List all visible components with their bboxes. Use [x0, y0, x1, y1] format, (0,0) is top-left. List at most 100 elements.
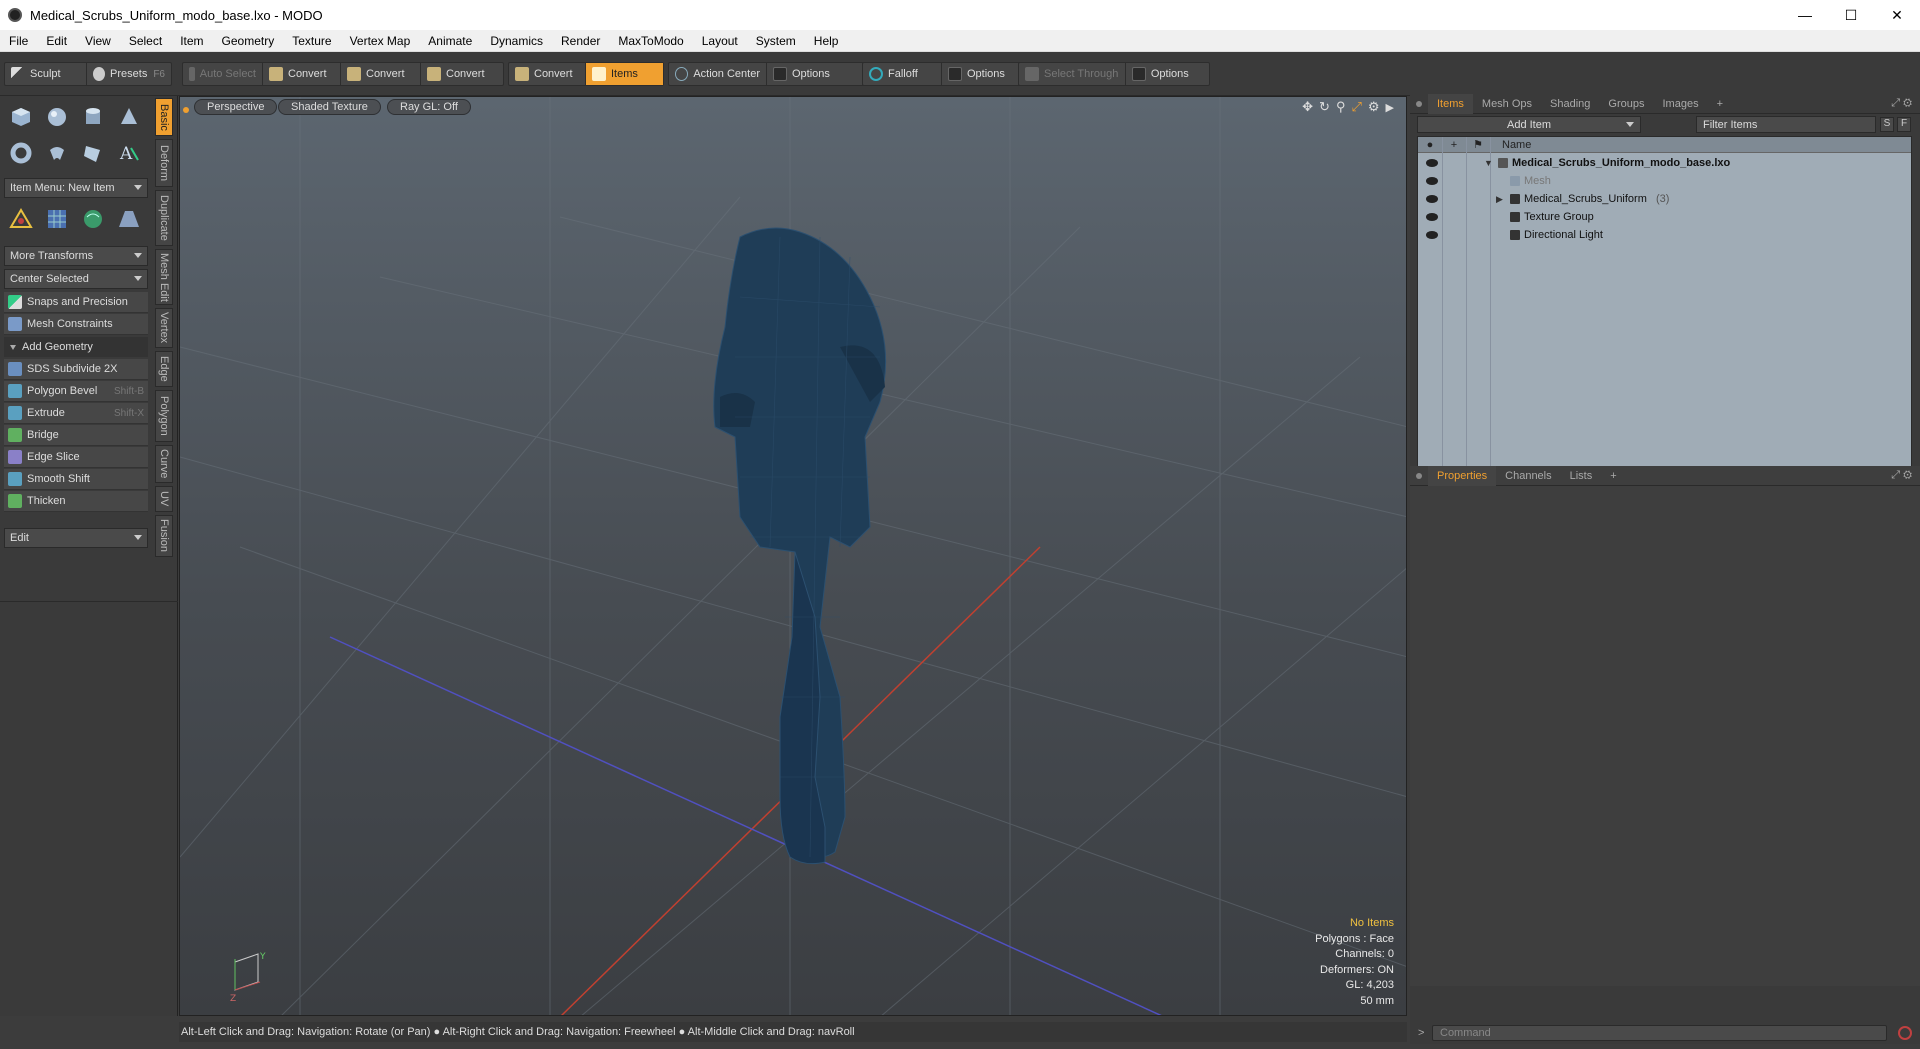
vtab-uv[interactable]: UV	[155, 486, 173, 512]
viewport-menu-dot[interactable]	[183, 102, 189, 116]
auto-select-button[interactable]: Auto Select	[183, 63, 263, 85]
mesh-constraints-button[interactable]: Mesh Constraints	[4, 314, 148, 335]
edit-dropdown[interactable]: Edit	[4, 528, 148, 548]
tool-edge-slice-button[interactable]: Edge Slice	[4, 447, 148, 468]
cube-icon[interactable]	[4, 100, 38, 134]
vtab-curve[interactable]: Curve	[155, 445, 173, 483]
vtab-fusion[interactable]: Fusion	[155, 515, 173, 557]
vtab-mesh-edit[interactable]: Mesh Edit	[155, 249, 173, 305]
panel-menu-dot[interactable]	[1416, 472, 1422, 479]
locator-icon[interactable]	[4, 202, 38, 236]
tab-groups[interactable]: Groups	[1599, 94, 1653, 114]
presets-button[interactable]: Presets F6	[87, 63, 171, 85]
eye-icon[interactable]	[1426, 159, 1438, 167]
vtab-duplicate[interactable]: Duplicate	[155, 190, 173, 246]
menu-edit[interactable]: Edit	[37, 30, 76, 52]
menu-render[interactable]: Render	[552, 30, 609, 52]
tree-row-medical-scrubs-uniform-modo-base-lxo[interactable]: ▼ Medical_Scrubs_Uniform_modo_base.lxo	[1418, 154, 1911, 172]
grid-icon[interactable]	[40, 202, 74, 236]
sphere-icon[interactable]	[40, 100, 74, 134]
tab-mesh-ops[interactable]: Mesh Ops	[1473, 94, 1541, 114]
menu-view[interactable]: View	[76, 30, 120, 52]
tree-row-mesh[interactable]: Mesh	[1418, 172, 1911, 190]
maximize-button[interactable]: ☐	[1828, 0, 1874, 30]
more-arrow-icon[interactable]: ▶	[1386, 101, 1394, 114]
3d-viewport[interactable]: Y Z Perspective Shaded Texture Ray GL: O…	[179, 96, 1407, 1016]
cylinder-icon[interactable]	[76, 100, 110, 134]
menu-geometry[interactable]: Geometry	[213, 30, 284, 52]
collapsed-triangle-icon[interactable]: ▶	[1496, 194, 1503, 205]
convert-polygons-button[interactable]: Convert	[421, 63, 503, 85]
add-tab-button[interactable]: +	[1601, 466, 1625, 486]
minimize-button[interactable]: —	[1782, 0, 1828, 30]
tool-polygon-bevel-button[interactable]: Polygon Bevel Shift-B	[4, 381, 148, 402]
vtab-vertex[interactable]: Vertex	[155, 308, 173, 348]
items-mode-button[interactable]: Items	[586, 63, 663, 85]
menu-item[interactable]: Item	[171, 30, 212, 52]
menu-texture[interactable]: Texture	[283, 30, 340, 52]
expand-gear-icon[interactable]: ⤢ ⚙	[1891, 97, 1912, 110]
menu-help[interactable]: Help	[805, 30, 848, 52]
panel-menu-dot[interactable]	[1416, 100, 1422, 107]
plane-icon[interactable]	[76, 136, 110, 170]
eye-icon[interactable]	[1426, 177, 1438, 185]
tree-row-texture-group[interactable]: Texture Group	[1418, 208, 1911, 226]
menu-layout[interactable]: Layout	[693, 30, 747, 52]
tab-shading[interactable]: Shading	[1541, 94, 1599, 114]
torus-icon[interactable]	[4, 136, 38, 170]
close-button[interactable]: ✕	[1874, 0, 1920, 30]
menu-file[interactable]: File	[0, 30, 37, 52]
tool-extrude-button[interactable]: Extrude Shift-X	[4, 403, 148, 424]
select-through-button[interactable]: Select Through	[1019, 63, 1126, 85]
expand-gear-icon[interactable]: ⤢ ⚙	[1891, 469, 1912, 482]
falloff-options-button[interactable]: Options	[942, 63, 1021, 85]
menu-select[interactable]: Select	[120, 30, 171, 52]
select-through-options-button[interactable]: Options	[1126, 63, 1209, 85]
tool-bridge-button[interactable]: Bridge	[4, 425, 148, 446]
gear-icon[interactable]: ⚙	[1368, 99, 1380, 115]
convert-edges-button[interactable]: Convert	[341, 63, 421, 85]
tree-row-directional-light[interactable]: Directional Light	[1418, 226, 1911, 244]
add-geometry-header[interactable]: Add Geometry	[4, 337, 148, 357]
zoom-icon[interactable]: ⚲	[1336, 99, 1346, 115]
expanded-triangle-icon[interactable]: ▼	[1484, 158, 1493, 168]
f-filter-button[interactable]: F	[1897, 117, 1911, 132]
tab-images[interactable]: Images	[1654, 94, 1708, 114]
shading-mode-button[interactable]: Shaded Texture	[278, 99, 381, 115]
filter-items-input[interactable]: Filter Items	[1696, 116, 1876, 133]
tab-items[interactable]: Items	[1428, 93, 1473, 114]
vtab-basic[interactable]: Basic	[155, 98, 173, 136]
perspective-grid-icon[interactable]	[112, 202, 146, 236]
menu-animate[interactable]: Animate	[419, 30, 481, 52]
center-selected-dropdown[interactable]: Center Selected	[4, 269, 148, 289]
cone-icon[interactable]	[112, 100, 146, 134]
tab-properties[interactable]: Properties	[1428, 465, 1497, 486]
sculpt-button[interactable]: Sculpt	[5, 63, 87, 85]
menu-maxtomodo[interactable]: MaxToModo	[609, 30, 692, 52]
add-tab-button[interactable]: +	[1708, 94, 1732, 114]
vtab-edge[interactable]: Edge	[155, 351, 173, 387]
perspective-view-button[interactable]: Perspective	[194, 99, 278, 115]
rotate-icon[interactable]: ↻	[1319, 99, 1330, 115]
globe-icon[interactable]	[76, 202, 110, 236]
convert-vertices-button[interactable]: Convert	[263, 63, 341, 85]
tool-thicken-button[interactable]: Thicken	[4, 491, 148, 512]
fit-view-icon[interactable]: ⤢	[1351, 99, 1361, 115]
move-icon[interactable]: ✥	[1302, 99, 1313, 115]
capsule-icon[interactable]	[40, 136, 74, 170]
menu-vertex-map[interactable]: Vertex Map	[341, 30, 420, 52]
vtab-polygon[interactable]: Polygon	[155, 390, 173, 442]
raygl-button[interactable]: Ray GL: Off	[387, 99, 471, 115]
text-icon[interactable]: A	[112, 136, 146, 170]
command-input[interactable]: Command	[1432, 1025, 1887, 1041]
tab-lists[interactable]: Lists	[1561, 466, 1602, 486]
more-transforms-dropdown[interactable]: More Transforms	[4, 246, 148, 266]
tab-channels[interactable]: Channels	[1496, 466, 1560, 486]
s-filter-button[interactable]: S	[1880, 117, 1894, 132]
vtab-deform[interactable]: Deform	[155, 139, 173, 187]
convert-materials-button[interactable]: Convert	[509, 63, 586, 85]
snaps-precision-button[interactable]: Snaps and Precision	[4, 292, 148, 313]
menu-system[interactable]: System	[747, 30, 805, 52]
menu-dynamics[interactable]: Dynamics	[481, 30, 552, 52]
add-item-dropdown[interactable]: Add Item	[1417, 116, 1641, 133]
